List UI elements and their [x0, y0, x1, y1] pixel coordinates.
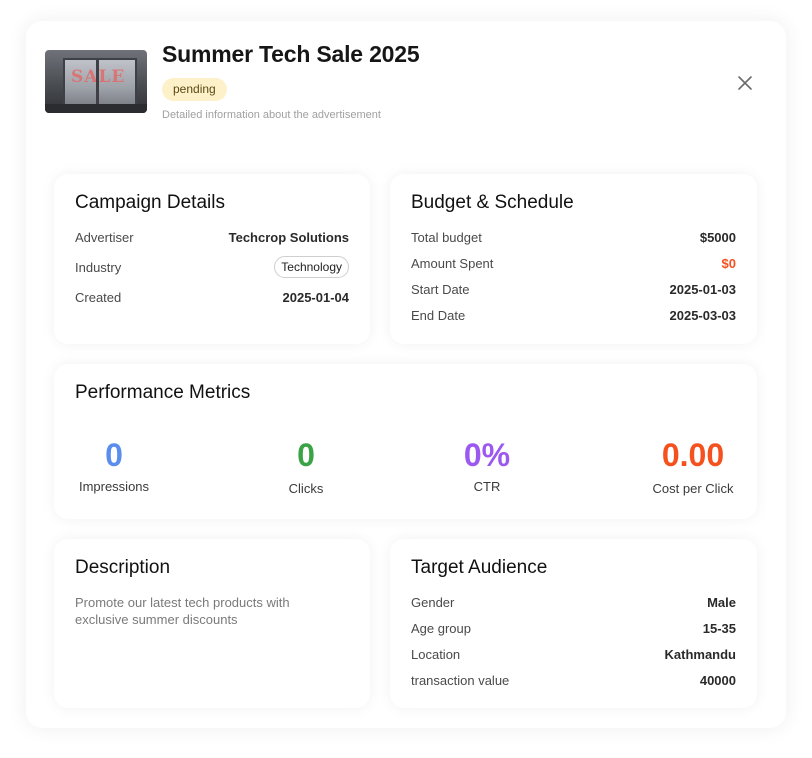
industry-label: Industry: [75, 259, 122, 275]
close-icon: [738, 76, 752, 90]
ctr-metric: 0% CTR: [427, 437, 547, 494]
location-label: Location: [411, 646, 461, 662]
target-audience-heading: Target Audience: [411, 557, 548, 578]
clicks-value: 0: [297, 437, 315, 473]
target-audience-card: Target Audience Gender Male Age group 15…: [390, 539, 757, 708]
industry-chip: Technology: [274, 256, 349, 278]
description-card: Description Promote our latest tech prod…: [54, 539, 370, 708]
campaign-details-heading: Campaign Details: [75, 192, 225, 213]
advertiser-label: Advertiser: [75, 229, 134, 245]
location-row: Location Kathmandu: [411, 644, 736, 664]
amount-spent-value: $0: [721, 255, 736, 271]
end-date-label: End Date: [411, 307, 466, 323]
created-row: Created 2025-01-04: [75, 287, 349, 307]
gender-label: Gender: [411, 594, 455, 610]
gender-value: Male: [707, 594, 736, 610]
created-label: Created: [75, 289, 122, 305]
transaction-value-value: 40000: [699, 672, 736, 688]
description-text: Promote our latest tech products with ex…: [75, 595, 290, 627]
performance-metrics-card: Performance Metrics 0 Impressions 0 Clic…: [54, 364, 757, 519]
end-date-row: End Date 2025-03-03: [411, 305, 736, 325]
start-date-label: Start Date: [411, 281, 470, 297]
start-date-row: Start Date 2025-01-03: [411, 279, 736, 299]
industry-row: Industry Technology: [75, 256, 349, 278]
transaction-value-label: transaction value: [411, 672, 510, 688]
end-date-value: 2025-03-03: [669, 307, 737, 323]
gender-row: Gender Male: [411, 592, 736, 612]
cost-per-click-label: Cost per Click: [652, 481, 734, 496]
campaign-details-card: Campaign Details Advertiser Techcrop Sol…: [54, 174, 370, 344]
location-value: Kathmandu: [664, 646, 737, 662]
ad-title: Summer Tech Sale 2025: [162, 41, 420, 67]
modal-subtitle: Detailed information about the advertise…: [162, 109, 381, 121]
created-value: 2025-01-04: [282, 289, 350, 305]
clicks-label: Clicks: [288, 481, 324, 496]
impressions-value: 0: [105, 437, 123, 473]
total-budget-row: Total budget $5000: [411, 227, 736, 247]
budget-schedule-card: Budget & Schedule Total budget $5000 Amo…: [390, 174, 757, 344]
budget-schedule-heading: Budget & Schedule: [411, 192, 574, 213]
total-budget-label: Total budget: [411, 229, 482, 245]
start-date-value: 2025-01-03: [669, 281, 737, 297]
cost-per-click-value: 0.00: [661, 437, 725, 473]
ctr-label: CTR: [473, 479, 501, 494]
cost-per-click-metric: 0.00 Cost per Click: [633, 437, 753, 496]
impressions-label: Impressions: [78, 479, 150, 494]
clicks-metric: 0 Clicks: [246, 437, 366, 496]
close-button[interactable]: [733, 71, 757, 95]
advertiser-row: Advertiser Techcrop Solutions: [75, 227, 349, 247]
age-group-label: Age group: [411, 620, 471, 636]
ad-details-modal: SALE Summer Tech Sale 2025 pending Detai…: [26, 21, 786, 728]
age-group-row: Age group 15-35: [411, 618, 736, 638]
performance-metrics-heading: Performance Metrics: [75, 382, 251, 403]
ad-thumbnail-image: SALE: [45, 50, 147, 113]
ctr-value: 0%: [463, 437, 511, 473]
description-heading: Description: [75, 557, 171, 578]
advertiser-value: Techcrop Solutions: [228, 229, 349, 245]
total-budget-value: $5000: [699, 229, 736, 245]
impressions-metric: 0 Impressions: [54, 437, 174, 494]
transaction-value-row: transaction value 40000: [411, 670, 736, 690]
age-group-value: 15-35: [702, 620, 736, 636]
amount-spent-label: Amount Spent: [411, 255, 494, 271]
status-badge: pending: [162, 78, 227, 101]
amount-spent-row: Amount Spent $0: [411, 253, 736, 273]
